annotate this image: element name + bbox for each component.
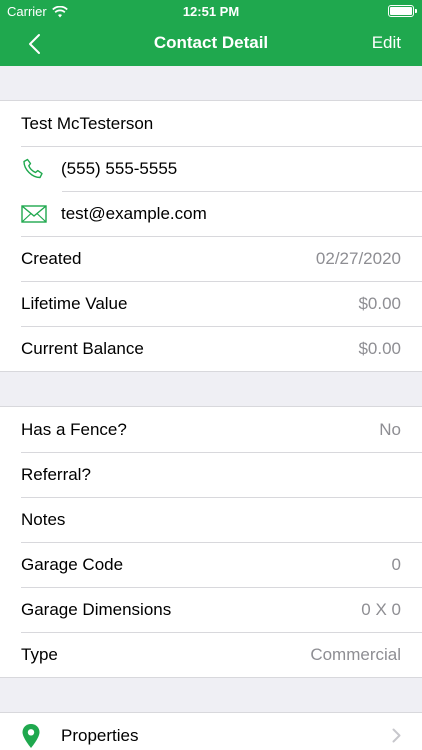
section-gap <box>0 66 422 101</box>
envelope-icon <box>21 204 47 223</box>
status-bar: Carrier 12:51 PM <box>0 0 422 22</box>
section-gap <box>0 372 422 407</box>
lifetime-value: $0.00 <box>358 293 401 313</box>
battery-fill <box>390 7 412 15</box>
fence-row[interactable]: Has a Fence? No <box>0 407 422 452</box>
section-gap <box>0 678 422 713</box>
phone-icon-wrap <box>21 157 61 181</box>
referral-row[interactable]: Referral? <box>0 452 422 497</box>
current-balance-row: Current Balance $0.00 <box>0 326 422 371</box>
type-row[interactable]: Type Commercial <box>0 632 422 677</box>
battery-icon <box>388 5 417 17</box>
garage-dimensions-value: 0 X 0 <box>361 599 401 619</box>
properties-label: Properties <box>61 725 139 745</box>
email-row[interactable]: test@example.com <box>0 191 422 236</box>
phone-number: (555) 555-5555 <box>61 158 178 178</box>
phone-icon <box>23 158 43 178</box>
page-title: Contact Detail <box>153 33 269 52</box>
status-time: 12:51 PM <box>182 4 240 19</box>
edit-button[interactable]: Edit <box>372 33 401 53</box>
garage-dimensions-row[interactable]: Garage Dimensions 0 X 0 <box>0 587 422 632</box>
phone-row[interactable]: (555) 555-5555 <box>0 146 422 191</box>
referral-label: Referral? <box>21 464 91 484</box>
custom-fields-section: Has a Fence? No Referral? Notes Garage C… <box>0 407 422 678</box>
lifetime-value-label: Lifetime Value <box>21 293 128 313</box>
nav-bar: Contact Detail Edit <box>0 22 422 66</box>
properties-section: Properties <box>0 713 422 750</box>
email-address: test@example.com <box>61 203 207 223</box>
garage-code-value: 0 <box>391 554 401 574</box>
contact-name: Test McTesterson <box>21 113 154 133</box>
current-balance-label: Current Balance <box>21 338 144 358</box>
fence-value: No <box>379 419 401 439</box>
location-pin-icon <box>22 723 40 748</box>
current-balance-value: $0.00 <box>358 338 401 358</box>
created-value: 02/27/2020 <box>315 248 401 268</box>
properties-row[interactable]: Properties <box>0 713 422 750</box>
fence-label: Has a Fence? <box>21 419 127 439</box>
type-value: Commercial <box>310 644 401 664</box>
header: Carrier 12:51 PM Contact Detail Edit <box>0 0 422 66</box>
chevron-right-icon <box>392 728 401 743</box>
garage-dimensions-label: Garage Dimensions <box>21 599 172 619</box>
garage-code-row[interactable]: Garage Code 0 <box>0 542 422 587</box>
email-icon-wrap <box>21 204 61 224</box>
contact-section: Test McTesterson (555) 555-5555 test@exa… <box>0 101 422 372</box>
notes-row[interactable]: Notes <box>0 497 422 542</box>
lifetime-value-row: Lifetime Value $0.00 <box>0 281 422 326</box>
type-label: Type <box>21 644 58 664</box>
notes-label: Notes <box>21 509 66 529</box>
contact-name-row: Test McTesterson <box>0 101 422 146</box>
location-icon-wrap <box>21 723 61 749</box>
created-label: Created <box>21 248 82 268</box>
garage-code-label: Garage Code <box>21 554 124 574</box>
created-row: Created 02/27/2020 <box>0 236 422 281</box>
